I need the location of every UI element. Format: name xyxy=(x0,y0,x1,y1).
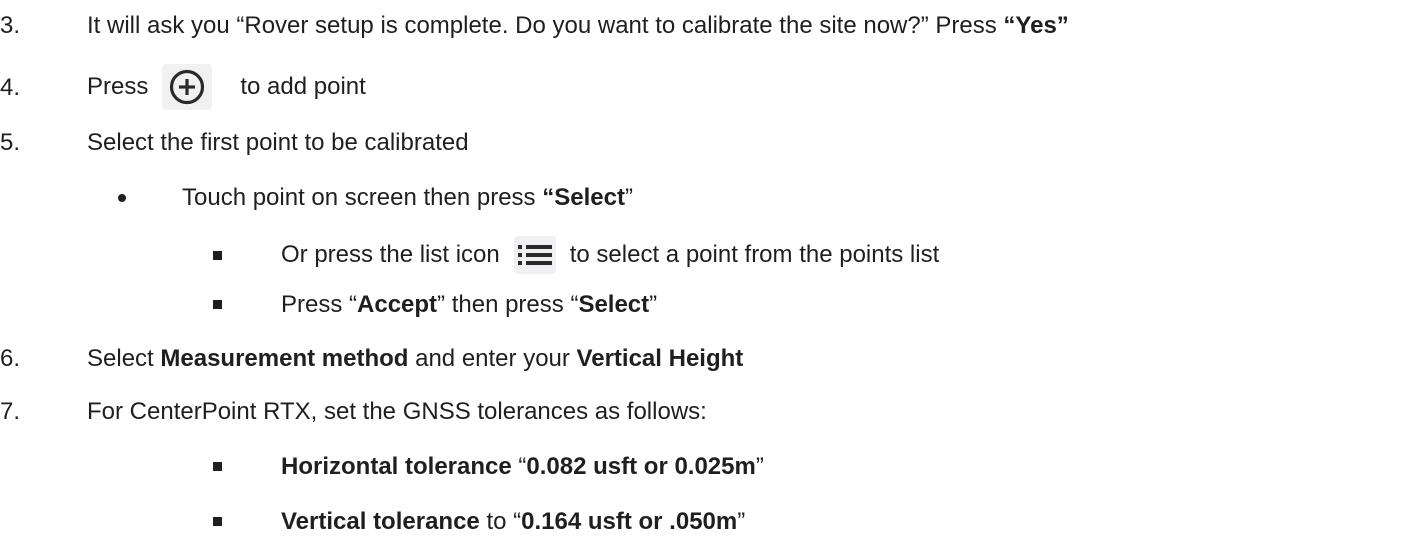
step-text: Select Measurement method and enter your… xyxy=(87,345,744,372)
sub-text: Vertical tolerance to “0.164 usft or .05… xyxy=(281,508,746,535)
step-text: For CenterPoint RTX, set the GNSS tolera… xyxy=(87,398,707,425)
step-5-sub-2: Press “Accept” then press “Select” xyxy=(0,291,1411,319)
step-6: 6. Select Measurement method and enter y… xyxy=(0,345,1411,373)
step-number: 6. xyxy=(0,345,21,372)
step-number: 3. xyxy=(0,12,21,39)
sub-text: Press “Accept” then press “Select” xyxy=(281,291,658,318)
step-5-sub-1: Or press the list icon to select a point… xyxy=(0,236,1411,276)
bullet-text: Touch point on screen then press “Select… xyxy=(182,184,633,211)
bullet-square xyxy=(213,517,222,526)
step-text: It will ask you “Rover setup is complete… xyxy=(87,12,1069,39)
list-icon xyxy=(513,236,556,274)
bullet-square xyxy=(213,462,222,471)
bullet-disc xyxy=(118,194,126,202)
step-text: Select the first point to be calibrated xyxy=(87,129,469,156)
step-number: 7. xyxy=(0,398,21,425)
step-5-bullet: Touch point on screen then press “Select… xyxy=(0,184,1411,212)
step-7-sub-2: Vertical tolerance to “0.164 usft or .05… xyxy=(0,508,1411,536)
bullet-square xyxy=(213,300,222,309)
step-number: 5. xyxy=(0,129,21,156)
step-text: Press to add point xyxy=(87,64,366,110)
sub-text: Or press the list icon to select a point… xyxy=(281,236,939,274)
plus-circle-icon xyxy=(162,64,213,110)
bullet-square xyxy=(213,251,222,260)
sub-text: Horizontal tolerance “0.082 usft or 0.02… xyxy=(281,453,764,480)
step-number: 4. xyxy=(0,74,21,101)
step-7-sub-1: Horizontal tolerance “0.082 usft or 0.02… xyxy=(0,453,1411,481)
step-7: 7. For CenterPoint RTX, set the GNSS tol… xyxy=(0,398,1411,426)
